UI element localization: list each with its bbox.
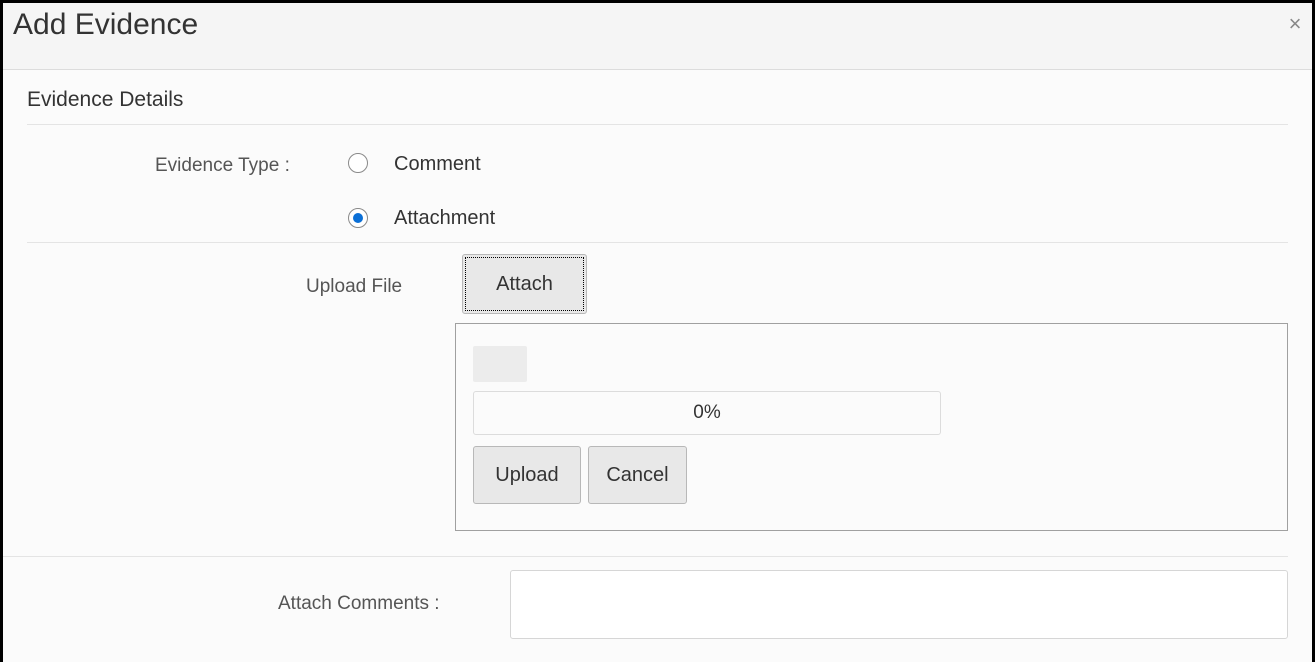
upload-progress-text: 0% — [693, 402, 721, 423]
dialog-header: Add Evidence × — [3, 3, 1312, 70]
file-placeholder — [473, 346, 527, 382]
attach-button[interactable]: Attach — [462, 254, 587, 314]
section-divider — [27, 124, 1288, 125]
comment-radio[interactable] — [348, 153, 368, 173]
upload-divider — [3, 556, 1288, 557]
comment-radio-label[interactable]: Comment — [394, 153, 481, 176]
evidence-type-divider — [27, 242, 1288, 243]
evidence-type-label: Evidence Type : — [155, 155, 290, 176]
dialog-title: Add Evidence — [13, 8, 199, 41]
cancel-button[interactable]: Cancel — [588, 446, 687, 504]
upload-file-label: Upload File — [306, 276, 403, 297]
upload-panel: 0% Upload Cancel — [455, 323, 1288, 531]
upload-button[interactable]: Upload — [473, 446, 581, 504]
attach-comments-input[interactable] — [510, 570, 1288, 639]
dialog-body: Evidence Details Evidence Type : Comment… — [3, 70, 1312, 662]
close-icon[interactable]: × — [1284, 9, 1306, 39]
section-title: Evidence Details — [27, 88, 184, 111]
attachment-radio[interactable] — [348, 208, 368, 228]
attachment-radio-label[interactable]: Attachment — [394, 207, 495, 230]
attach-comments-label: Attach Comments : — [278, 593, 440, 614]
add-evidence-dialog: Add Evidence × Evidence Details Evidence… — [0, 0, 1315, 662]
upload-progress-bar: 0% — [473, 391, 941, 435]
